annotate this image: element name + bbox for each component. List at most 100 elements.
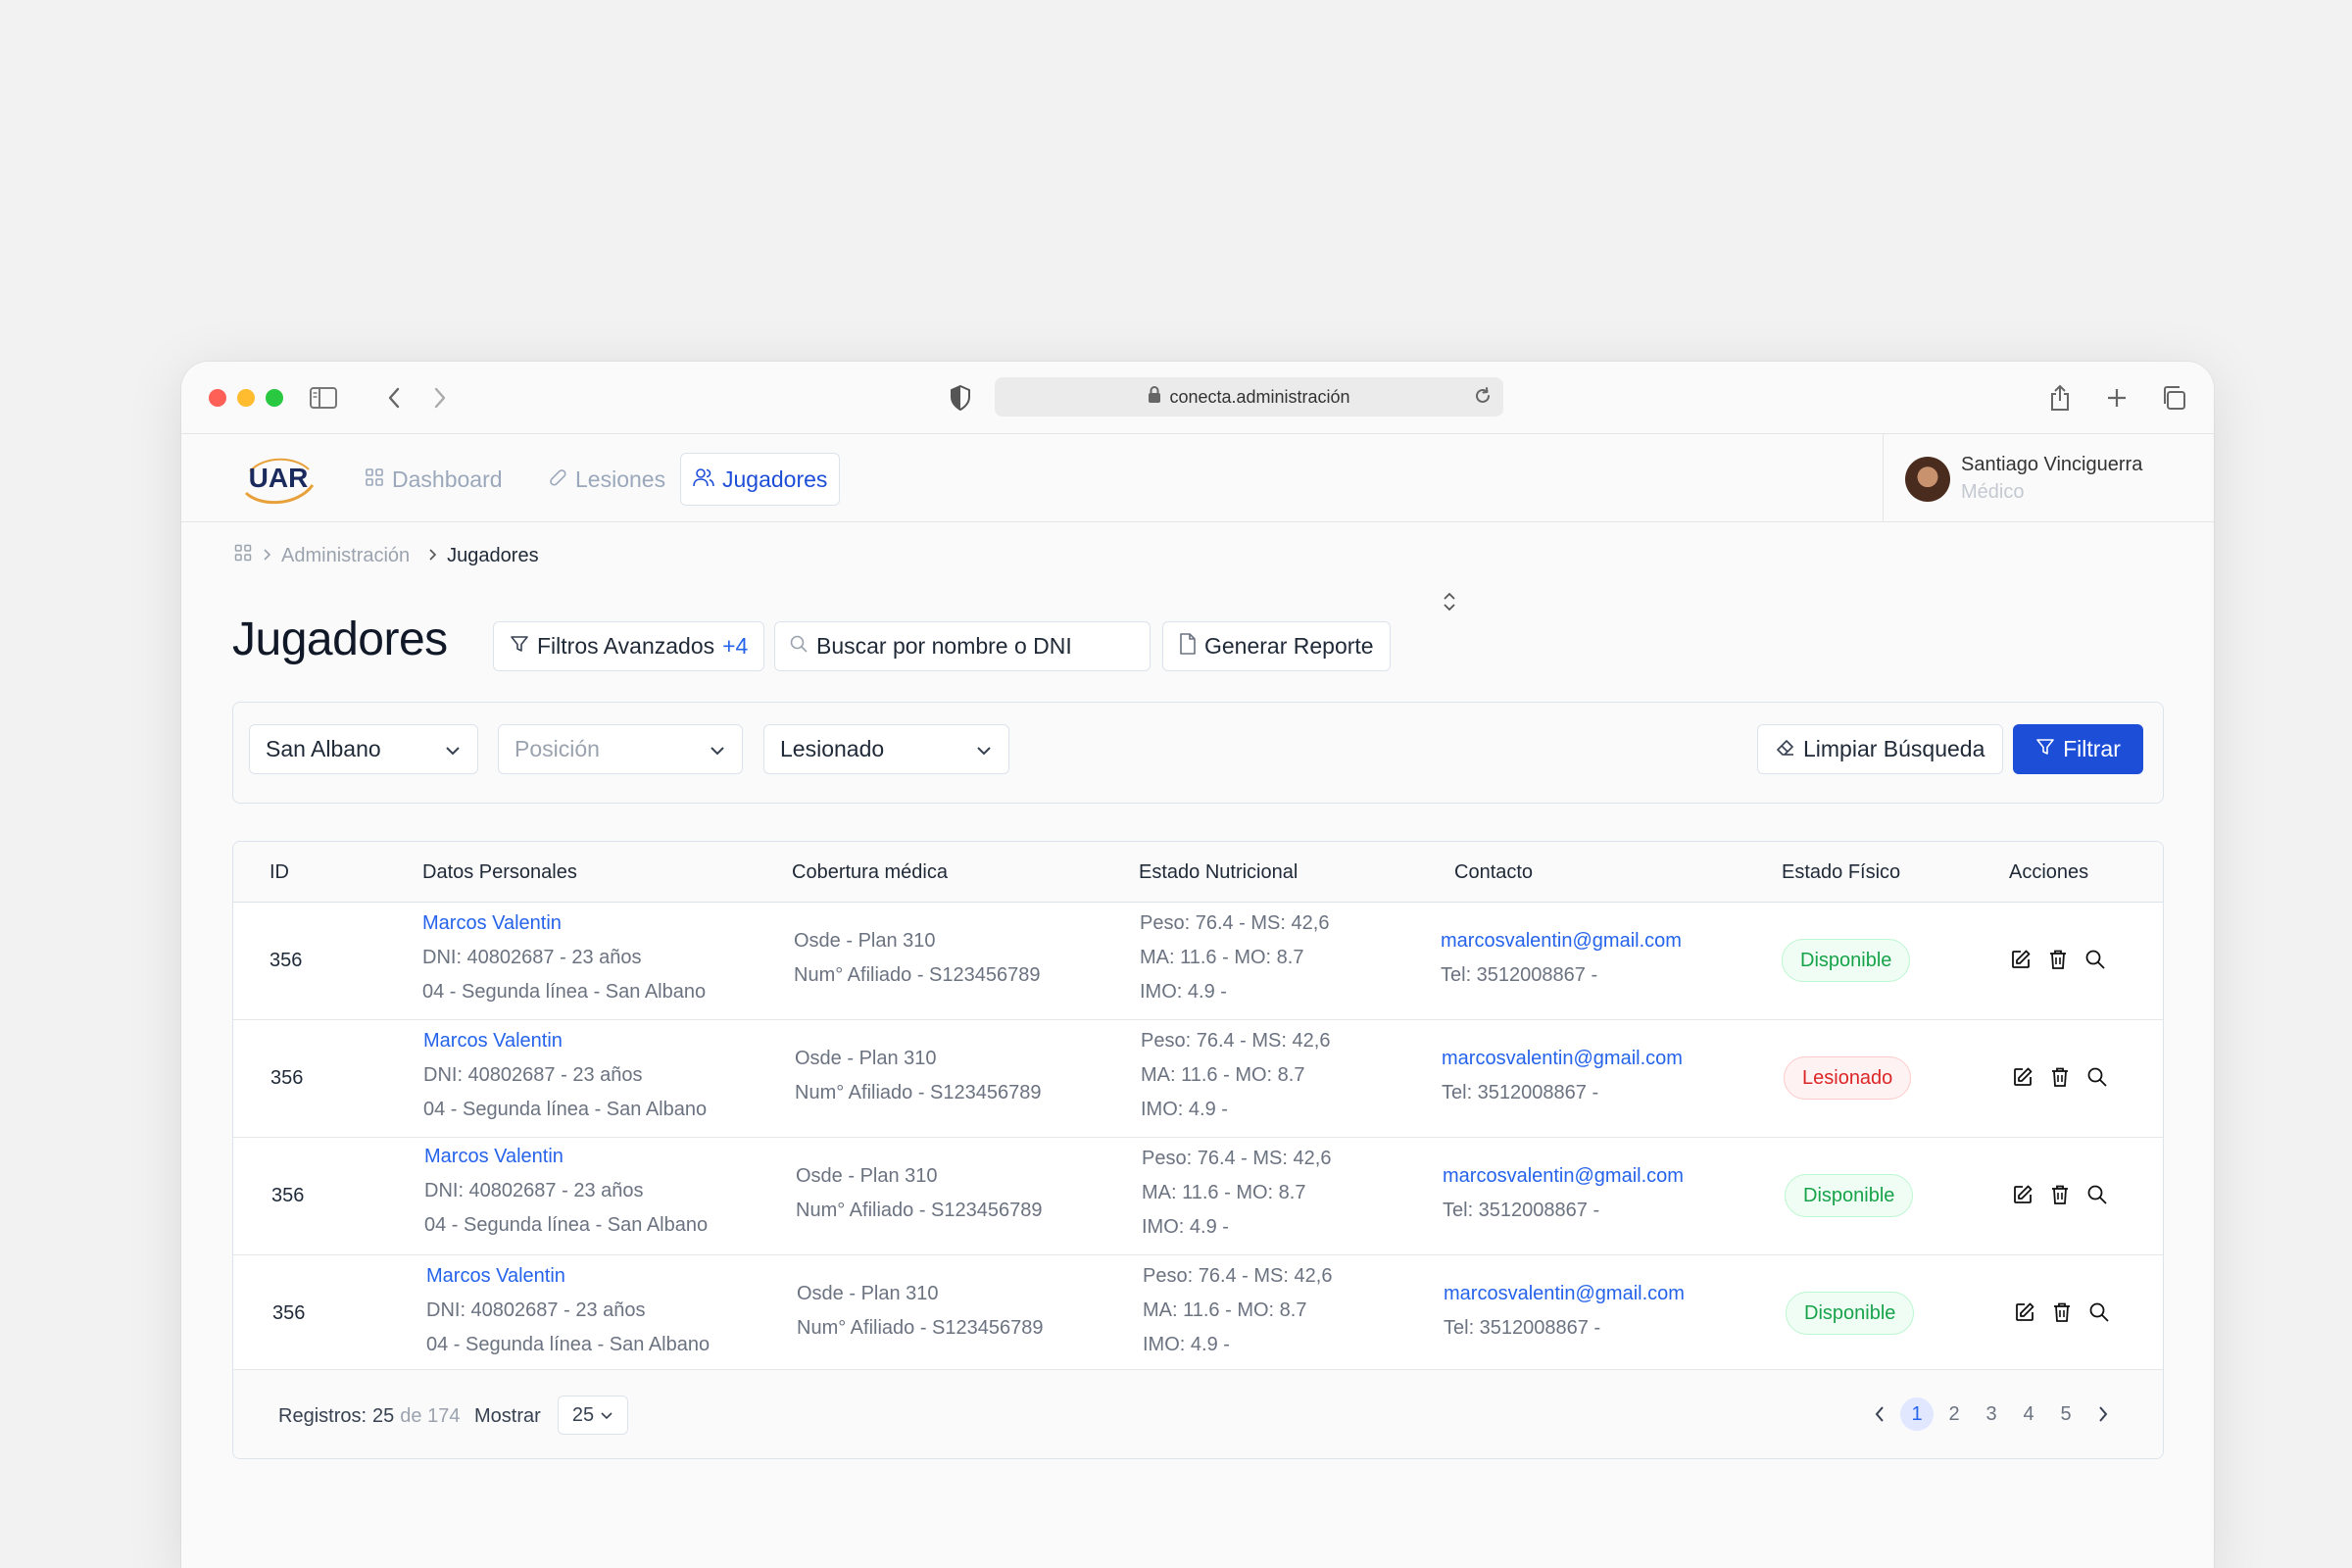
table-row[interactable]: 356 Marcos Valentin DNI: 40802687 - 23 a… bbox=[233, 1255, 2163, 1370]
table-row[interactable]: 356 Marcos Valentin DNI: 40802687 - 23 a… bbox=[233, 1138, 2163, 1255]
player-team: 04 - Segunda línea - San Albano bbox=[424, 1214, 709, 1236]
page-button-2[interactable]: 2 bbox=[1937, 1397, 1971, 1431]
maximize-window-button[interactable] bbox=[266, 389, 283, 407]
zoom-icon[interactable] bbox=[2085, 1065, 2109, 1089]
sidebar-icon[interactable] bbox=[307, 381, 340, 415]
nav-jugadores[interactable]: Jugadores bbox=[680, 453, 841, 506]
personal-data-cell: Marcos Valentin DNI: 40802687 - 23 años … bbox=[423, 1024, 707, 1127]
player-name-link[interactable]: Marcos Valentin bbox=[424, 1140, 708, 1174]
status-select[interactable]: Lesionado bbox=[763, 724, 1009, 774]
header-physical-status[interactable]: Estado Físico bbox=[1782, 861, 1900, 884]
edit-icon[interactable] bbox=[2009, 948, 2033, 971]
chevron-right-icon bbox=[427, 545, 437, 567]
page-button-5[interactable]: 5 bbox=[2049, 1397, 2082, 1431]
coverage-plan: Osde - Plan 310 bbox=[797, 1283, 939, 1304]
contact-cell: marcosvalentin@gmail.com Tel: 3512008867… bbox=[1442, 1042, 1683, 1110]
next-page-button[interactable] bbox=[2086, 1397, 2120, 1431]
row-actions bbox=[2013, 1300, 2111, 1324]
table-row[interactable]: 356 Marcos Valentin DNI: 40802687 - 23 a… bbox=[233, 903, 2163, 1020]
minimize-window-button[interactable] bbox=[237, 389, 255, 407]
header-contact[interactable]: Contacto bbox=[1454, 861, 1533, 884]
position-select[interactable]: Posición bbox=[498, 724, 743, 774]
club-select-value: San Albano bbox=[266, 736, 381, 761]
club-select[interactable]: San Albano bbox=[249, 724, 478, 774]
status-badge: Disponible bbox=[1785, 1174, 1914, 1217]
records-label: Registros: bbox=[278, 1405, 368, 1427]
filter-icon bbox=[2035, 736, 2055, 762]
trash-icon[interactable] bbox=[2046, 948, 2070, 971]
close-window-button[interactable] bbox=[209, 389, 226, 407]
grid-icon[interactable] bbox=[234, 544, 252, 567]
breadcrumb-parent[interactable]: Administración bbox=[281, 545, 410, 567]
uar-logo[interactable]: UAR bbox=[240, 450, 317, 509]
email-link[interactable]: marcosvalentin@gmail.com bbox=[1441, 924, 1682, 958]
filter-bar: San Albano Posición Lesionado Limpiar Bú… bbox=[232, 702, 2164, 804]
player-dni: DNI: 40802687 - 23 años bbox=[426, 1299, 646, 1321]
trash-icon[interactable] bbox=[2048, 1065, 2072, 1089]
contact-cell: marcosvalentin@gmail.com Tel: 3512008867… bbox=[1444, 1277, 1685, 1346]
email-link[interactable]: marcosvalentin@gmail.com bbox=[1442, 1042, 1683, 1076]
status-badge: Lesionado bbox=[1784, 1056, 1912, 1100]
reload-icon[interactable] bbox=[1472, 385, 1494, 412]
status-select-value: Lesionado bbox=[780, 736, 885, 761]
records-total: de 174 bbox=[400, 1405, 461, 1427]
personal-data-cell: Marcos Valentin DNI: 40802687 - 23 años … bbox=[422, 906, 706, 1009]
page-button-3[interactable]: 3 bbox=[1975, 1397, 2008, 1431]
email-link[interactable]: marcosvalentin@gmail.com bbox=[1443, 1159, 1684, 1194]
player-name-link[interactable]: Marcos Valentin bbox=[423, 1024, 707, 1058]
shield-icon[interactable] bbox=[944, 381, 977, 415]
zoom-icon[interactable] bbox=[2087, 1300, 2111, 1324]
edit-icon[interactable] bbox=[2011, 1065, 2034, 1089]
nav-lesiones[interactable]: Lesiones bbox=[536, 453, 677, 506]
user-role: Médico bbox=[1961, 481, 2025, 503]
contact-cell: marcosvalentin@gmail.com Tel: 3512008867… bbox=[1443, 1159, 1684, 1228]
band-aid-icon bbox=[548, 466, 567, 493]
page-size-select[interactable]: 25 bbox=[558, 1396, 628, 1435]
chevron-down-icon bbox=[975, 736, 993, 762]
nutrition-line-3: IMO: 4.9 - bbox=[1140, 981, 1227, 1003]
header-medical-coverage[interactable]: Cobertura médica bbox=[792, 861, 948, 884]
back-icon[interactable] bbox=[377, 381, 411, 415]
records-count: Registros: 25 de 174 bbox=[278, 1405, 460, 1428]
header-actions: Acciones bbox=[2009, 861, 2089, 883]
user-menu[interactable]: Santiago Vinciguerra Médico bbox=[1883, 434, 2214, 522]
search-field[interactable] bbox=[774, 621, 1151, 671]
filter-button[interactable]: Filtrar bbox=[2013, 724, 2143, 774]
prev-page-button[interactable] bbox=[1863, 1397, 1896, 1431]
zoom-icon[interactable] bbox=[2085, 1183, 2109, 1206]
sort-icon[interactable] bbox=[1442, 590, 1457, 618]
nav-lesiones-label: Lesiones bbox=[575, 466, 666, 492]
search-input[interactable] bbox=[816, 633, 1130, 660]
clear-search-button[interactable]: Limpiar Búsqueda bbox=[1757, 724, 2004, 774]
tabs-icon[interactable] bbox=[2157, 381, 2190, 415]
page-button-4[interactable]: 4 bbox=[2012, 1397, 2045, 1431]
generate-report-button[interactable]: Generar Reporte bbox=[1162, 621, 1391, 671]
header-personal-data[interactable]: Datos Personales bbox=[422, 861, 577, 884]
table-row[interactable]: 356 Marcos Valentin DNI: 40802687 - 23 a… bbox=[233, 1020, 2163, 1138]
chevron-down-icon bbox=[709, 736, 726, 762]
email-link[interactable]: marcosvalentin@gmail.com bbox=[1444, 1277, 1685, 1311]
page-button-1[interactable]: 1 bbox=[1900, 1397, 1934, 1431]
nav-dashboard-label: Dashboard bbox=[392, 466, 503, 492]
header-nutrition[interactable]: Estado Nutricional bbox=[1139, 861, 1298, 884]
zoom-icon[interactable] bbox=[2083, 948, 2107, 971]
trash-icon[interactable] bbox=[2050, 1300, 2074, 1324]
plus-icon[interactable] bbox=[2100, 381, 2133, 415]
player-name-link[interactable]: Marcos Valentin bbox=[422, 906, 706, 941]
edit-icon[interactable] bbox=[2013, 1300, 2036, 1324]
trash-icon[interactable] bbox=[2048, 1183, 2072, 1206]
coverage-cell: Osde - Plan 310 Num° Afiliado - S1234567… bbox=[797, 1277, 1044, 1346]
eraser-icon bbox=[1776, 736, 1795, 762]
player-name-link[interactable]: Marcos Valentin bbox=[426, 1259, 710, 1294]
coverage-cell: Osde - Plan 310 Num° Afiliado - S1234567… bbox=[794, 924, 1041, 993]
share-icon[interactable] bbox=[2043, 381, 2077, 415]
filter-button-label: Filtrar bbox=[2063, 736, 2121, 761]
coverage-plan: Osde - Plan 310 bbox=[795, 1048, 937, 1069]
forward-icon[interactable] bbox=[423, 381, 457, 415]
chevron-right-icon bbox=[2099, 1406, 2108, 1422]
nav-dashboard[interactable]: Dashboard bbox=[353, 453, 514, 506]
edit-icon[interactable] bbox=[2011, 1183, 2034, 1206]
address-bar[interactable]: conecta.administración bbox=[995, 377, 1503, 416]
advanced-filters-button[interactable]: Filtros Avanzados +4 bbox=[493, 621, 765, 671]
header-id[interactable]: ID bbox=[270, 861, 289, 884]
